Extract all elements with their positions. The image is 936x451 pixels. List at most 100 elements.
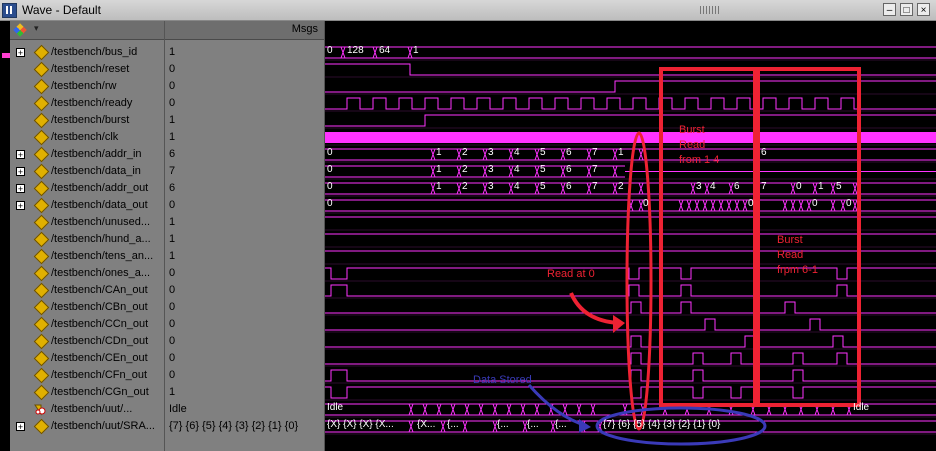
signal-value-row[interactable]: 0 [165,350,324,367]
signal-value-row[interactable]: 0 [165,282,324,299]
signal-value: 7 [169,165,176,177]
expand-icon[interactable]: + [16,48,25,58]
drag-grip-icon[interactable] [700,6,720,14]
signal-value-row[interactable]: 1 [165,112,324,129]
signal-row[interactable]: + /testbench/data_in [10,163,164,180]
bus-value-label: 0 [327,198,333,209]
signal-value-row[interactable]: 6 [165,180,324,197]
signal-row[interactable]: /testbench/clk [10,129,164,146]
signal-value-row[interactable]: Idle [165,401,324,418]
signal-row[interactable]: + /testbench/bus_id [10,44,164,61]
wave-palette-icon[interactable] [13,23,27,37]
signal-row[interactable]: + /testbench/addr_out [10,180,164,197]
close-button[interactable]: × [917,3,930,16]
bus-value-label: 7 [592,164,598,175]
signal-row[interactable]: /testbench/rw [10,78,164,95]
signal-name: /testbench/tens_an... [51,250,154,262]
minimize-button[interactable]: – [883,3,896,16]
signal-value-row[interactable]: 0 [165,316,324,333]
expand-icon[interactable]: + [16,201,25,211]
signal-name: /testbench/data_in [51,165,141,177]
bus-value-label: 2 [462,147,468,158]
diamond-icon [33,282,50,299]
signal-row[interactable]: /testbench/uut/... [10,401,164,418]
signal-value-row[interactable]: 7 [165,163,324,180]
sram-value-label: {X} {X} {X} {X... [327,419,394,430]
diamond-icon [33,214,50,231]
signal-names-pane[interactable]: ▾ + /testbench/bus_id/testbench/reset/tes… [10,21,164,451]
names-header: ▾ [10,21,164,40]
bus-transition [430,148,436,161]
signal-value-row[interactable]: 0 [165,367,324,384]
signal-value: 0 [169,63,176,75]
signal-row[interactable]: /testbench/burst [10,112,164,129]
signal-waveform [325,335,936,348]
maximize-button[interactable]: □ [900,3,913,16]
bus-transition [508,182,514,195]
bus-transition [408,420,414,433]
waveform-canvas[interactable] [325,21,936,451]
signal-row[interactable]: /testbench/CBn_out [10,299,164,316]
signal-name: /testbench/CEn_out [51,352,148,364]
palette-dropdown-icon[interactable]: ▾ [34,23,39,34]
diamond-icon [33,384,50,401]
diamond-icon [33,44,50,61]
signal-value-row[interactable]: 6 [165,146,324,163]
signal-row[interactable]: + /testbench/addr_in [10,146,164,163]
signal-name: /testbench/CDn_out [51,335,149,347]
signal-value-row[interactable]: 1 [165,248,324,265]
signal-row[interactable]: /testbench/unused... [10,214,164,231]
bus-transition [436,403,442,416]
signal-row[interactable]: /testbench/hund_a... [10,231,164,248]
signal-value-row[interactable]: 0 [165,265,324,282]
expand-icon[interactable]: + [16,422,25,432]
signal-value: 0 [169,199,176,211]
sram-value-label: {... [555,419,567,430]
bus-transition [612,165,618,178]
bus-transition [482,182,488,195]
signal-waveform [325,114,936,127]
signal-value-row[interactable]: 0 [165,333,324,350]
signal-row[interactable]: + /testbench/data_out [10,197,164,214]
signal-value-row[interactable]: 0 [165,78,324,95]
signal-row[interactable]: /testbench/CEn_out [10,350,164,367]
signal-value-row[interactable]: 1 [165,384,324,401]
bus-value-label: 1 [436,164,442,175]
signal-row[interactable]: /testbench/CCn_out [10,316,164,333]
signal-value-row[interactable]: 1 [165,214,324,231]
bus-transition [482,148,488,161]
bus-value-label: 6 [566,181,572,192]
signal-value-row[interactable]: 0 [165,95,324,112]
expand-icon[interactable]: + [16,150,25,160]
waveform-pane[interactable]: 0 128 64 1 0 1 2 3 4 5 6 7 1 6 0 1 2 3 4 5 6 7 0 1 2 3 4 5 6 7 2 3 4 6 7 0 1… [324,21,936,451]
signal-value-row[interactable]: 1 [165,129,324,146]
bus-value-label: 2 [462,181,468,192]
signal-row[interactable]: /testbench/tens_an... [10,248,164,265]
signal-value-row[interactable]: 0 [165,61,324,78]
signal-row[interactable]: /testbench/CGn_out [10,384,164,401]
bus-transition [852,182,858,195]
signal-row[interactable]: /testbench/CAn_out [10,282,164,299]
signal-row[interactable]: /testbench/CFn_out [10,367,164,384]
bus-transition [422,403,428,416]
expand-icon[interactable]: + [16,184,25,194]
signal-row[interactable]: + /testbench/uut/SRA... [10,418,164,435]
signal-values-pane[interactable]: Msgs 1 0 0 0 1 1 6 7 6 0 1 1 1 0 0 0 0 0 0 0 1 Idle {7} {6} {5… [164,21,324,451]
bus-transition [492,403,498,416]
bus-transition [440,420,446,433]
signal-value-row[interactable]: 1 [165,44,324,61]
signal-row[interactable]: /testbench/CDn_out [10,333,164,350]
signal-value-row[interactable]: 1 [165,231,324,248]
signal-waveform [325,97,936,110]
signal-value-row[interactable]: 0 [165,197,324,214]
expand-icon[interactable]: + [16,167,25,177]
signal-row[interactable]: /testbench/ones_a... [10,265,164,282]
signal-name: /testbench/addr_in [51,148,142,160]
diamond-icon [33,316,50,333]
bus-transition [560,148,566,161]
signal-value-row[interactable]: {7} {6} {5} {4} {3} {2} {1} {0} [165,418,324,435]
signal-row[interactable]: /testbench/reset [10,61,164,78]
signal-row[interactable]: /testbench/ready [10,95,164,112]
signal-value-row[interactable]: 0 [165,299,324,316]
bus-transition [478,403,484,416]
